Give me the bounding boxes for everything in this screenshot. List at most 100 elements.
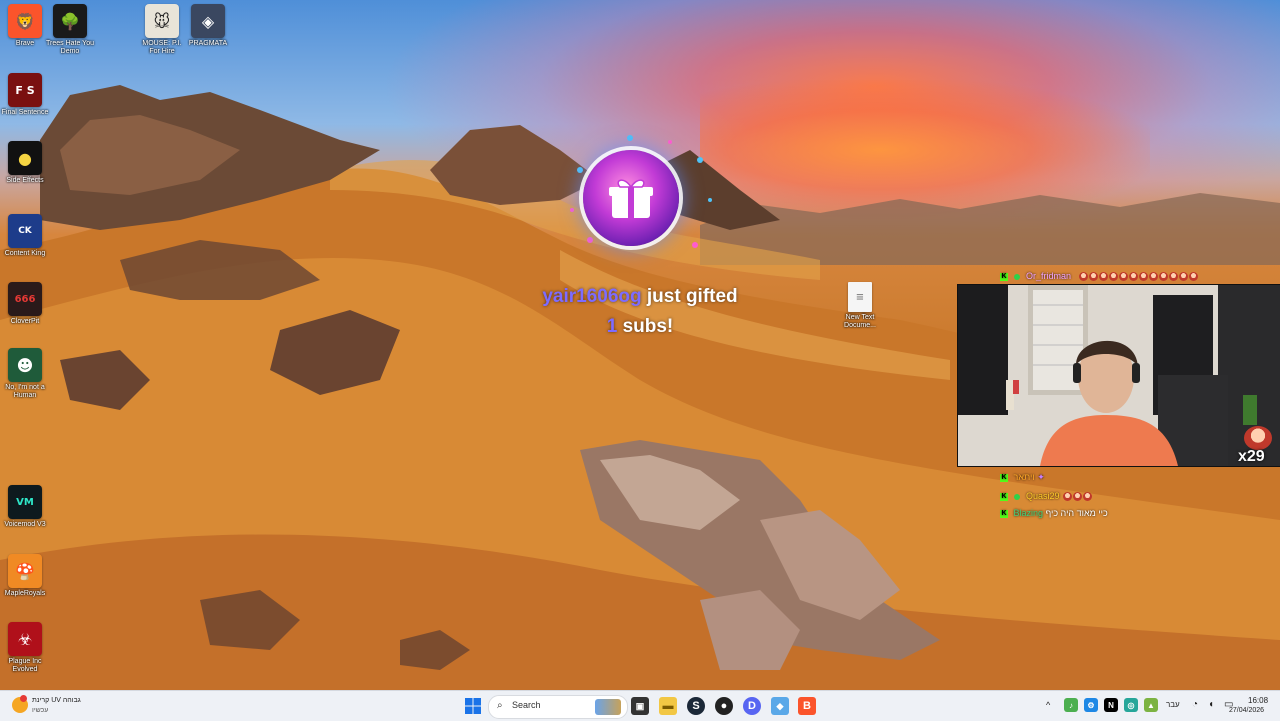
desktop-icon-label: CloverPit [10,318,40,325]
tray-app-icon[interactable]: ◎ [1124,698,1138,712]
windows-icon [465,698,481,714]
volume-icon[interactable]: ◖ [1208,699,1214,710]
sub-counter: x29 [1238,426,1278,466]
emote-icon [1138,272,1148,282]
emote-icon [1128,272,1138,282]
desktop-icon-label: Side Effects [6,177,44,184]
subscriber-badge-icon [1013,493,1020,500]
pragmata-icon: ◈ [191,4,225,38]
tray-app-icon[interactable]: ⚙ [1084,698,1098,712]
desktop-icon-mouse-pi[interactable]: 🐭 MOUSE: P.I. For Hire [137,4,187,56]
tree-icon: 🌳 [53,4,87,38]
discord-icon[interactable]: D [743,697,761,715]
alert-message: yair1606og just gifted 1 subs! [520,282,760,342]
desktop-icon-cloverpit[interactable]: 666 CloverPit [0,282,50,326]
desktop-icon-label: MapleRoyals [4,590,46,597]
task-view-button[interactable]: ▣ [631,697,649,715]
tray-app-icon[interactable]: ▲ [1144,698,1158,712]
file-explorer-icon[interactable]: ▬ [659,697,677,715]
emote-icon [1108,272,1118,282]
obs-icon[interactable]: ● [715,697,733,715]
desktop-wallpaper: 🦁 Brave 🌳 Trees Hate You Demo 🐭 MOUSE: P… [0,0,1280,690]
sub-counter-label: x29 [1238,448,1265,465]
gift-icon [609,179,653,218]
language-indicator[interactable]: עבר [1166,700,1180,709]
desktop-icon-new-text-document[interactable]: ≡ New Text Docume... [835,282,885,330]
desktop-icon-label: Plague Inc Evolved [8,658,42,673]
content-king-icon: CK [8,214,42,248]
emote-icon [1098,272,1108,282]
kick-badge-icon: K [1000,473,1008,482]
desktop-icon-label: Content King [4,250,46,257]
webcam-scene [958,285,1280,466]
final-sentence-icon: F S [8,73,42,107]
alert-action: just gifted [646,286,738,307]
text-document-icon: ≡ [848,282,872,312]
search-bar[interactable]: ⌕ Search [488,695,628,719]
taskbar: קרינת UV גבוהה עכשיו ⌕ Search ▣ ▬ S ● D … [0,690,1280,721]
alert-suffix: subs! [622,316,674,337]
desktop-icon-not-human[interactable]: ☻ No, I'm not a Human [0,348,50,400]
notion-icon[interactable]: N [1104,698,1118,712]
desktop-icon-label: New Text Docume... [844,314,876,329]
desktop-icon-trees-hate-you[interactable]: 🌳 Trees Hate You Demo [45,4,95,56]
desktop-icon-plague-inc[interactable]: ☣ Plague Inc Evolved [0,622,50,674]
emote-row [1078,271,1198,282]
chat-username: Blazing [1013,508,1044,518]
start-button[interactable] [464,697,482,715]
brave-taskbar-icon[interactable]: B [798,697,816,715]
search-placeholder: Search [512,700,541,710]
desktop-icon-label: Trees Hate You Demo [46,40,94,55]
voicemod-icon: VM [8,485,42,519]
side-effects-icon: ● [8,141,42,175]
plague-icon: ☣ [8,622,42,656]
desktop-icon-label: Voicemod V3 [4,521,46,528]
alert-count: 1 [606,316,618,337]
brave-icon: 🦁 [8,4,42,38]
emote-icon [1148,272,1158,282]
desktop-icon-pragmata[interactable]: ◈ PRAGMATA [183,4,233,48]
app-icon[interactable]: ◆ [771,697,789,715]
desktop-icon-final-sentence[interactable]: F S Final Sentence [0,73,50,117]
desktop-icon-content-king[interactable]: CK Content King [0,214,50,258]
counter-emote-icon [1244,426,1272,450]
kick-badge-icon: K [1000,492,1008,501]
desktop-icon-voicemod[interactable]: VM Voicemod V3 [0,485,50,529]
alert-badge-icon [20,695,27,702]
desktop-icon-brave[interactable]: 🦁 Brave [0,4,50,48]
sub-gift-alert: yair1606og just gifted 1 subs! [520,130,760,340]
tray-app-icon[interactable]: ♪ [1064,698,1078,712]
search-highlight-icon [595,699,621,715]
weather-subtitle: עכשיו [32,707,49,714]
desktop-icon-label: No, I'm not a Human [5,384,45,399]
chat-message: כיי מאוד היה כיף [1045,508,1108,518]
emote-icon [1118,272,1128,282]
subscriber-badge-icon [1013,273,1020,280]
chat-username: Quasi29 [1026,491,1060,501]
chat-username: ויתאר [1013,472,1035,482]
desktop-icon-side-effects[interactable]: ● Side Effects [0,141,50,185]
mapleroyals-icon: 🍄 [8,554,42,588]
chat-line: K ויתאר ✦ [1000,472,1045,483]
desktop-icon-mapleroyals[interactable]: 🍄 MapleRoyals [0,554,50,598]
emote-icon [1188,272,1198,282]
wifi-icon[interactable]: ◔ [1192,699,1198,710]
chat-top-line: K Or_fridman [1000,271,1198,282]
sparkle-emote-icon: ✦ [1037,472,1045,482]
emote-icon [1168,272,1178,282]
chevron-up-icon[interactable]: ^ [1046,700,1050,710]
kick-badge-icon: K [1000,509,1008,518]
not-human-icon: ☻ [8,348,42,382]
desktop-icon-label: PRAGMATA [188,40,228,47]
steam-icon[interactable]: S [687,697,705,715]
clock-date[interactable]: 27/04/2026 [1229,707,1264,714]
desktop-icon-label: Brave [15,40,35,47]
emote-icon [1063,492,1073,502]
mouse-game-icon: 🐭 [145,4,179,38]
alert-username: yair1606og [542,286,642,307]
clock-time[interactable]: 16:08 [1248,696,1268,705]
emote-icon [1088,272,1098,282]
emote-icon [1078,272,1088,282]
emote-icon [1158,272,1168,282]
chat-line: K Quasi29 [1000,491,1093,502]
